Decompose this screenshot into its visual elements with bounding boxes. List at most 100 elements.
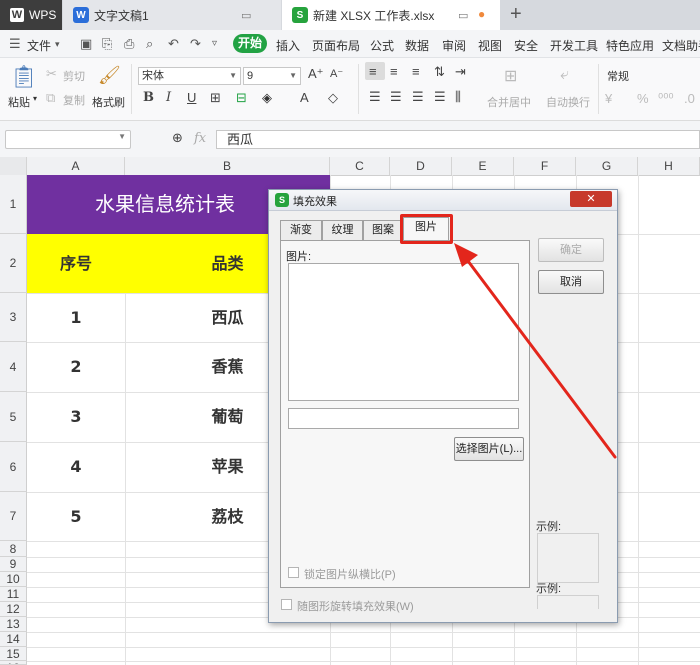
tab-pattern[interactable]: 图案	[363, 220, 403, 240]
tab-document[interactable]: W 文字文稿1 ▭	[63, 0, 281, 30]
align-bottom-icon[interactable]: ≡	[412, 64, 420, 79]
row-header-15[interactable]: 15	[0, 647, 27, 661]
dialog-title-bar[interactable]: S 填充效果 ✕	[269, 190, 617, 211]
redo-icon[interactable]: ↷	[190, 36, 201, 52]
menu-review[interactable]: 审阅	[442, 37, 466, 54]
paste-button[interactable]: 粘贴	[8, 94, 30, 110]
monitor-icon[interactable]: ▭	[458, 9, 468, 22]
decrease-font-icon[interactable]: A⁻	[330, 67, 343, 80]
menu-page-layout[interactable]: 页面布局	[312, 37, 360, 54]
row-header-3[interactable]: 3	[0, 293, 27, 342]
decimal-icon[interactable]: .0	[684, 91, 695, 106]
formula-input[interactable]: 西瓜	[216, 130, 700, 149]
italic-icon[interactable]: I	[166, 90, 171, 105]
column-header-h[interactable]: H	[638, 157, 700, 175]
menu-developer[interactable]: 开发工具	[550, 37, 598, 54]
row-header-14[interactable]: 14	[0, 632, 27, 647]
column-header-c[interactable]: C	[330, 157, 390, 175]
wrap-text-button[interactable]: 自动换行	[546, 94, 590, 110]
column-header-d[interactable]: D	[390, 157, 452, 175]
column-header-b[interactable]: B	[125, 157, 330, 175]
percent-icon[interactable]: %	[637, 91, 649, 106]
row-header-4[interactable]: 4	[0, 342, 27, 392]
row-header-13[interactable]: 13	[0, 617, 27, 632]
menu-special[interactable]: 特色应用	[606, 37, 654, 54]
tab-spreadsheet[interactable]: S 新建 XLSX 工作表.xlsx ▭ ●	[282, 0, 500, 30]
tab-texture[interactable]: 纹理	[322, 220, 363, 240]
copy-button[interactable]: 复制	[63, 92, 85, 108]
menu-start[interactable]: 开始	[233, 34, 267, 53]
bold-icon[interactable]: B	[143, 90, 154, 105]
print-icon[interactable]: ⎙	[124, 36, 134, 52]
distribute-icon[interactable]: ⫼	[455, 89, 461, 105]
rotate-with-shape-checkbox[interactable]	[281, 599, 292, 610]
customize-toolbar-icon[interactable]: ▿	[212, 38, 217, 49]
tab-gradient[interactable]: 渐变	[280, 220, 322, 240]
font-name-select[interactable]: 宋体 ▼	[138, 67, 241, 85]
row-header-12[interactable]: 12	[0, 602, 27, 617]
merge-center-button[interactable]: 合并居中	[487, 94, 531, 110]
row-header-9[interactable]: 9	[0, 557, 27, 572]
menu-view[interactable]: 视图	[478, 37, 502, 54]
new-tab-plus-icon[interactable]: +	[510, 3, 522, 26]
tab-wps-home[interactable]: W WPS	[0, 0, 62, 30]
row-header-1[interactable]: 1	[0, 175, 27, 234]
copy-icon[interactable]: ⧉	[46, 90, 55, 106]
scissors-icon[interactable]: ✂	[46, 66, 57, 82]
cut-button[interactable]: 剪切	[63, 68, 85, 84]
menu-formulas[interactable]: 公式	[370, 37, 394, 54]
thousands-icon[interactable]: ⁰⁰⁰	[658, 91, 674, 107]
align-center-icon[interactable]: ☰	[390, 89, 402, 105]
increase-font-icon[interactable]: A⁺	[308, 66, 324, 82]
justify-icon[interactable]: ☰	[434, 89, 446, 105]
column-header-e[interactable]: E	[452, 157, 514, 175]
hamburger-menu-icon[interactable]: ☰	[9, 36, 21, 52]
menu-data[interactable]: 数据	[405, 37, 429, 54]
name-box[interactable]: ▼	[5, 130, 131, 149]
header-cell-no[interactable]: 序号	[27, 234, 125, 293]
row-header-2[interactable]: 2	[0, 234, 27, 293]
menu-security[interactable]: 安全	[514, 37, 538, 54]
format-painter-button[interactable]: 格式刷	[92, 94, 125, 110]
fill-color-icon[interactable]: ⊟	[236, 90, 247, 106]
orientation-icon[interactable]: ⇅	[434, 64, 445, 80]
menu-doc-assistant[interactable]: 文档助手	[662, 37, 700, 54]
row-header-6[interactable]: 6	[0, 442, 27, 492]
wrap-text-icon[interactable]: ⤶	[560, 66, 569, 84]
chevron-down-icon[interactable]: ▾	[55, 39, 60, 50]
font-color-icon[interactable]: ◈	[262, 90, 272, 106]
row-header-7[interactable]: 7	[0, 492, 27, 541]
print-preview-icon[interactable]: ⌕	[146, 36, 153, 52]
row-header-10[interactable]: 10	[0, 572, 27, 587]
undo-icon[interactable]: ↶	[168, 36, 179, 52]
monitor-icon[interactable]: ▭	[241, 9, 251, 22]
border-icon[interactable]: ⊞	[210, 90, 221, 106]
menu-file[interactable]: 文件	[27, 37, 51, 54]
format-painter-icon[interactable]: 🖌︎	[98, 65, 121, 86]
fx-icon[interactable]: fx	[194, 131, 206, 146]
menu-insert[interactable]: 插入	[276, 37, 300, 54]
underline-icon[interactable]: U	[187, 90, 196, 105]
save-icon[interactable]: ▣	[80, 36, 92, 52]
number-format-select[interactable]: 常规	[607, 68, 629, 84]
font-color-a-icon[interactable]: A	[300, 90, 309, 105]
column-header-g[interactable]: G	[576, 157, 638, 175]
cell-no[interactable]: 1	[27, 293, 125, 342]
clear-format-icon[interactable]: ◇	[328, 90, 338, 106]
align-middle-icon[interactable]: ≡	[390, 64, 398, 79]
align-right-icon[interactable]: ☰	[412, 89, 424, 105]
row-header-5[interactable]: 5	[0, 392, 27, 442]
merge-center-icon[interactable]: ⊞	[504, 66, 517, 86]
column-header-f[interactable]: F	[514, 157, 576, 175]
column-header-a[interactable]: A	[27, 157, 125, 175]
align-left-icon[interactable]: ☰	[369, 89, 381, 105]
row-header-11[interactable]: 11	[0, 587, 27, 602]
row-header-8[interactable]: 8	[0, 541, 27, 557]
align-top-icon[interactable]: ≡	[369, 64, 377, 79]
font-size-select[interactable]: 9 ▼	[243, 67, 301, 85]
cell-no[interactable]: 3	[27, 392, 125, 442]
select-all-corner[interactable]	[0, 157, 27, 175]
row-header-16[interactable]: 16	[0, 661, 27, 665]
zoom-formula-icon[interactable]: ⊕	[172, 130, 183, 146]
cell-no[interactable]: 5	[27, 492, 125, 541]
